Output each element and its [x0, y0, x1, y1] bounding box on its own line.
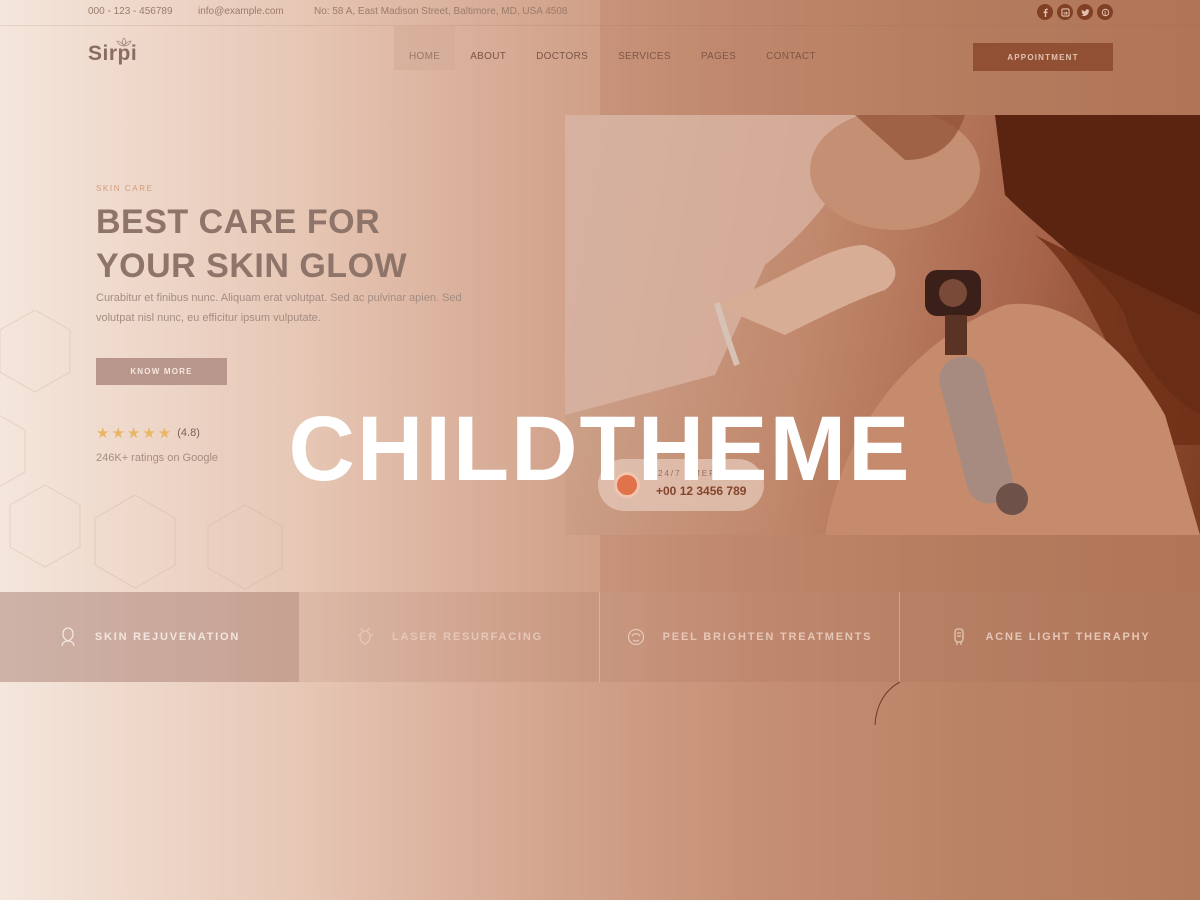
face-icon	[61, 627, 75, 647]
email-address[interactable]: info@example.com	[198, 6, 284, 17]
street-address: No: 58 A, East Madison Street, Baltimore…	[314, 6, 568, 17]
nav-doctors[interactable]: DOCTORS	[521, 26, 603, 70]
watermark-text: CHILDTHEME	[288, 398, 912, 500]
hero-title-line-2: YOUR SKIN GLOW	[96, 247, 408, 285]
light-device-icon	[953, 628, 964, 645]
service-label: SKIN REJUVENATION	[94, 631, 241, 643]
hero-title: BEST CARE FOR YOUR SKIN GLOW	[96, 200, 516, 288]
lotus-icon	[116, 37, 132, 47]
services-strip: SKIN REJUVENATION LASER RESURFACING PEEL…	[0, 592, 1200, 682]
service-peel-brighten[interactable]: PEEL BRIGHTEN TREATMENTS	[600, 592, 900, 682]
service-label: ACNE LIGHT THERAPHY	[985, 631, 1151, 643]
hero-title-line-1: BEST CARE FOR	[96, 203, 381, 241]
nav-about[interactable]: ABOUT	[455, 26, 521, 70]
phone-number[interactable]: 000 - 123 - 456789	[88, 6, 173, 17]
laser-icon	[357, 627, 373, 645]
peel-icon	[627, 628, 644, 646]
service-acne-light[interactable]: ACNE LIGHT THERAPHY	[900, 592, 1200, 682]
service-label: PEEL BRIGHTEN TREATMENTS	[662, 631, 873, 643]
service-label: LASER RESURFACING	[392, 631, 543, 643]
decorative-curve	[874, 681, 901, 726]
site-logo[interactable]: Sirpi	[88, 37, 137, 66]
hero-description: Curabitur et finibus nunc. Aliquam erat …	[96, 292, 462, 324]
service-skin-rejuvenation[interactable]: SKIN REJUVENATION	[0, 592, 300, 682]
service-laser-resurfacing[interactable]: LASER RESURFACING	[300, 592, 600, 682]
know-more-button[interactable]: KNOW MORE	[96, 358, 227, 385]
nav-home[interactable]: HOME	[394, 26, 456, 70]
hero-eyebrow: SKIN CARE	[96, 184, 154, 193]
